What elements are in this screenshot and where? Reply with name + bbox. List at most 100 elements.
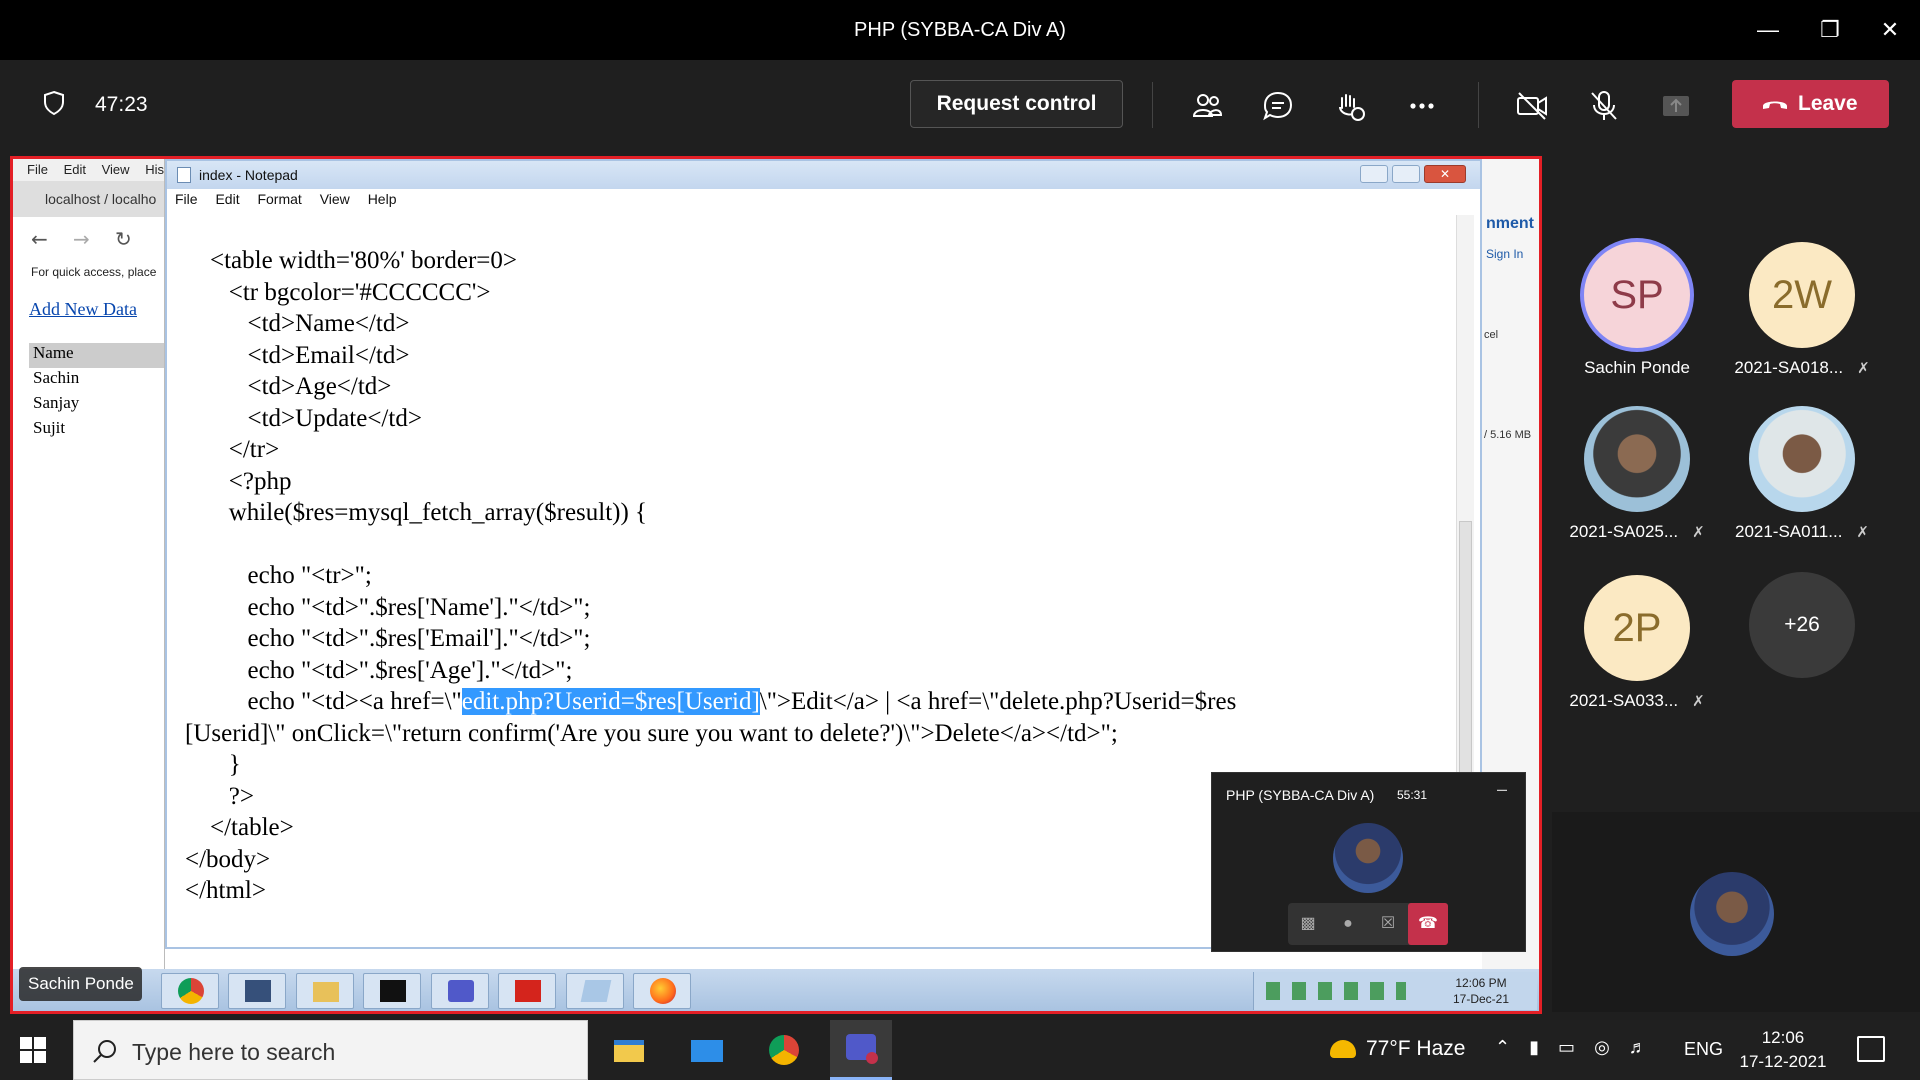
- code-line: <td>Name</td>: [185, 310, 410, 337]
- notepad-menu-format[interactable]: Format: [257, 191, 301, 207]
- avatar: SP: [1584, 242, 1690, 348]
- notepad-menu: File Edit Format View Help: [167, 189, 1480, 211]
- close-icon[interactable]: ✕: [1870, 14, 1910, 46]
- share-icon[interactable]: [1658, 88, 1694, 124]
- participant-name-text: Sachin Ponde: [1584, 358, 1690, 377]
- participant-name-text: 2021-SA011...: [1734, 522, 1843, 541]
- toolbar-divider: [1152, 82, 1153, 128]
- notepad-menu-file[interactable]: File: [175, 191, 198, 207]
- notepad-icon: [177, 167, 191, 183]
- mic-off-icon[interactable]: [1586, 88, 1622, 124]
- notepad-app-icon[interactable]: [566, 973, 624, 1009]
- volume-icon[interactable]: ♬: [1629, 1037, 1647, 1057]
- battery-icon[interactable]: ▭: [1558, 1037, 1575, 1057]
- code-line: echo "<td><a href=\"edit.php?Userid=$res…: [185, 686, 1445, 718]
- leave-label: Leave: [1798, 92, 1858, 115]
- quick-access-text: For quick access, place: [31, 265, 157, 279]
- table-row: Sujit: [33, 418, 66, 437]
- notepad-title: index - Notepad: [199, 167, 298, 183]
- restore-icon[interactable]: ❐: [1810, 14, 1850, 46]
- code-line: <td>Update</td>: [185, 404, 422, 432]
- weather-icon: [1330, 1040, 1356, 1059]
- taskbar-date: 17-12-2021: [1739, 1052, 1827, 1071]
- notification-icon[interactable]: [1857, 1036, 1885, 1062]
- folder-app-icon[interactable]: [296, 973, 354, 1009]
- popup-camera-off-icon[interactable]: ▩: [1288, 903, 1328, 945]
- sql-app-icon[interactable]: [228, 973, 286, 1009]
- windows-start-icon[interactable]: [20, 1037, 46, 1063]
- wifi-icon[interactable]: ◎: [1594, 1037, 1610, 1057]
- reactions-icon[interactable]: [1332, 88, 1368, 124]
- teams-app-icon[interactable]: [431, 973, 489, 1009]
- participant-tile[interactable]: 2021-SA025... ✗: [1552, 406, 1722, 566]
- weather-widget[interactable]: 77°F Haze: [1330, 1037, 1465, 1061]
- chevron-up-icon[interactable]: ⌃: [1495, 1037, 1510, 1057]
- chrome-app-icon[interactable]: [161, 973, 219, 1009]
- windows-taskbar: Type here to search 77°F Haze ⌃ ▮ ▭ ◎ ♬ …: [0, 1020, 1920, 1080]
- microphone-icon[interactable]: ▮: [1529, 1037, 1539, 1057]
- terminal-app-icon[interactable]: [363, 973, 421, 1009]
- mic-off-icon: ✗: [1692, 693, 1705, 710]
- reload-icon[interactable]: ↻: [115, 227, 132, 251]
- teams-taskbar-icon[interactable]: [830, 1020, 892, 1080]
- mail-icon[interactable]: [676, 1026, 738, 1074]
- popup-hangup-icon[interactable]: ☎: [1408, 903, 1448, 945]
- popup-share-icon[interactable]: ☒: [1368, 903, 1408, 945]
- shield-icon: [44, 90, 64, 116]
- chrome-icon[interactable]: [753, 1026, 815, 1074]
- notepad-minimize-icon[interactable]: [1360, 165, 1388, 183]
- notepad-menu-edit[interactable]: Edit: [215, 191, 239, 207]
- browser-tab[interactable]: localhost / localho: [13, 181, 164, 217]
- phone-icon: [1763, 101, 1787, 109]
- code-line: <td>Email</td>: [185, 341, 410, 369]
- participant-tile[interactable]: 2W 2021-SA018... ✗: [1717, 242, 1887, 402]
- popup-minimize-icon[interactable]: –: [1497, 779, 1507, 800]
- file-explorer-icon[interactable]: [598, 1026, 660, 1074]
- participant-tile[interactable]: SP Sachin Ponde: [1552, 242, 1722, 402]
- notepad-menu-view[interactable]: View: [320, 191, 350, 207]
- taskbar-clock[interactable]: 12:06 17-12-2021: [1728, 1026, 1838, 1074]
- browser-menu-edit[interactable]: Edit: [64, 162, 86, 177]
- firefox-app-icon[interactable]: [633, 973, 691, 1009]
- teams-window: PHP (SYBBA-CA Div A) — ❐ ✕ 47:23 Request…: [0, 0, 1920, 1080]
- panel-text: cel: [1484, 329, 1499, 341]
- presenter-label: Sachin Ponde: [19, 967, 142, 1001]
- participant-tile[interactable]: 2P 2021-SA033... ✗: [1552, 575, 1722, 735]
- weather-text: 77°F Haze: [1366, 1037, 1466, 1060]
- language-indicator[interactable]: ENG: [1684, 1039, 1723, 1060]
- sign-in-link[interactable]: Sign In: [1486, 247, 1523, 261]
- call-popup[interactable]: PHP (SYBBA-CA Div A) 55:31 – ▩ ● ☒ ☎: [1211, 772, 1526, 952]
- tray-icons: [1266, 982, 1406, 1000]
- scrollbar-thumb[interactable]: [1459, 521, 1472, 781]
- forward-icon[interactable]: →: [73, 227, 90, 251]
- request-control-button[interactable]: Request control: [910, 80, 1123, 128]
- browser-menu-file[interactable]: File: [27, 162, 48, 177]
- notepad-maximize-icon[interactable]: [1392, 165, 1420, 183]
- notepad-close-icon[interactable]: ✕: [1424, 165, 1466, 183]
- popup-mic-icon[interactable]: ●: [1328, 903, 1368, 945]
- code-line: <table width='80%' border=0>: [185, 247, 518, 274]
- minimize-icon[interactable]: —: [1748, 14, 1788, 46]
- remote-clock: 12:06 PM 17-Dec-21: [1436, 975, 1526, 1007]
- window-title: PHP (SYBBA-CA Div A): [854, 19, 1066, 41]
- browser-menu-view[interactable]: View: [102, 162, 130, 177]
- toolbar-divider: [1478, 82, 1479, 128]
- camera-off-icon[interactable]: [1514, 88, 1550, 124]
- back-icon[interactable]: ←: [31, 227, 48, 251]
- remote-system-tray: 12:06 PM 17-Dec-21: [1253, 972, 1537, 1010]
- add-new-data-link[interactable]: Add New Data: [13, 291, 164, 331]
- taskbar-search[interactable]: Type here to search: [73, 1020, 588, 1080]
- participant-tile[interactable]: 2021-SA011... ✗: [1717, 406, 1887, 566]
- popup-title: PHP (SYBBA-CA Div A): [1226, 787, 1375, 803]
- chat-icon[interactable]: [1260, 88, 1296, 124]
- leave-button[interactable]: Leave: [1732, 80, 1889, 128]
- mic-off-icon: ✗: [1856, 524, 1869, 541]
- more-participants[interactable]: +26: [1717, 572, 1887, 732]
- browser-menu-history[interactable]: Hist: [145, 162, 164, 177]
- notepad-menu-help[interactable]: Help: [368, 191, 397, 207]
- pdf-app-icon[interactable]: [498, 973, 556, 1009]
- participants-icon[interactable]: [1189, 88, 1225, 124]
- table-row: Sachin: [33, 368, 80, 387]
- popup-controls: ▩ ● ☒ ☎: [1288, 903, 1448, 945]
- more-icon[interactable]: [1404, 88, 1440, 124]
